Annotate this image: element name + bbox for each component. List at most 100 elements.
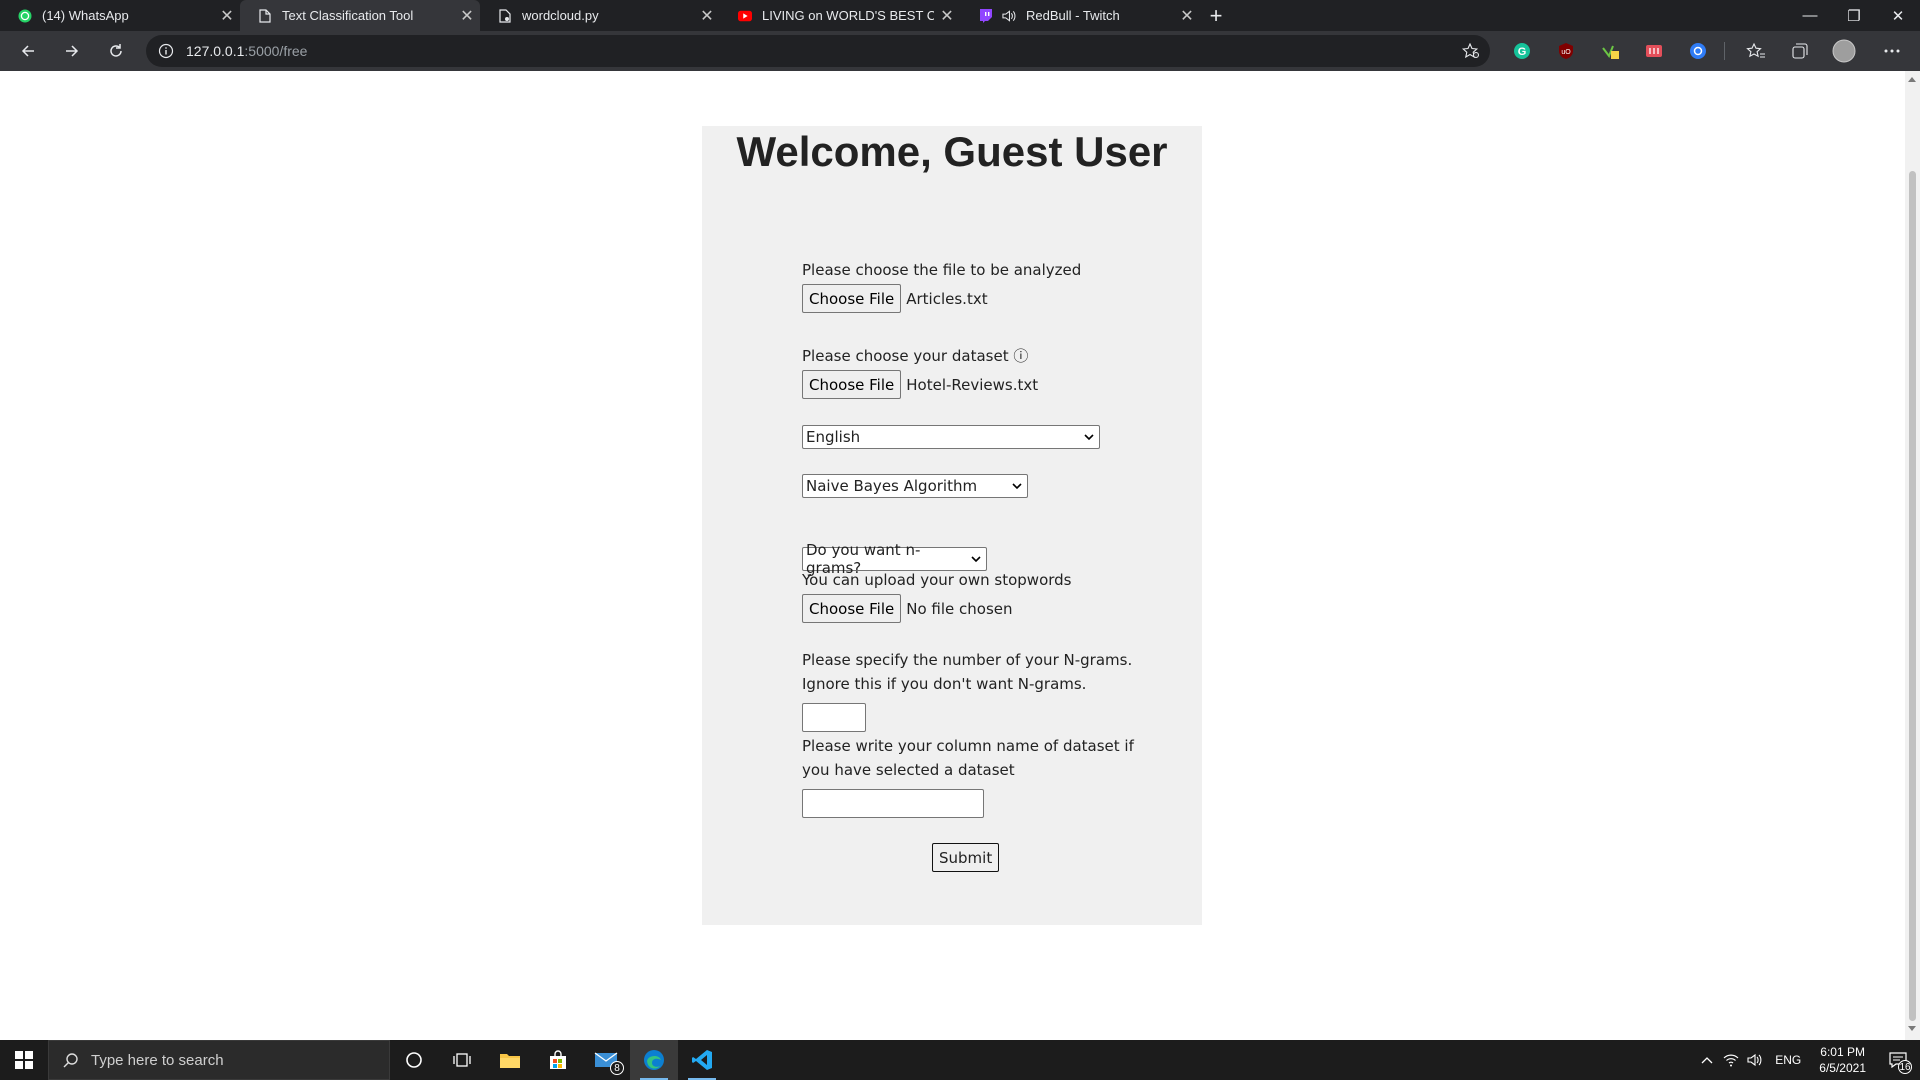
cortana-button[interactable] — [390, 1040, 438, 1080]
task-view-icon — [453, 1053, 471, 1067]
tab-youtube[interactable]: LIVING on WORLD'S BEST CHICK ✕ — [720, 0, 960, 31]
language-select[interactable]: English — [802, 425, 1100, 449]
file-label: Please choose the file to be analyzed — [802, 261, 1082, 279]
ublock-extension-icon[interactable]: uO — [1548, 31, 1584, 71]
cortana-icon — [406, 1052, 422, 1068]
edge-icon — [644, 1050, 664, 1070]
column-name-input[interactable] — [802, 789, 984, 818]
extension-icon[interactable] — [1680, 31, 1716, 71]
new-tab-button[interactable]: + — [1200, 0, 1232, 31]
ngram-count-input[interactable] — [802, 703, 866, 732]
favorites-icon[interactable] — [1738, 31, 1774, 71]
close-window-button[interactable]: ✕ — [1876, 0, 1920, 31]
arrow-left-icon — [21, 45, 34, 57]
tab-text-classification[interactable]: Text Classification Tool ✕ — [240, 0, 480, 31]
system-tray: ENG 6:01 PM 6/5/2021 16 — [1695, 1040, 1920, 1080]
column-name-hint: you have selected a dataset — [802, 761, 1015, 779]
favorite-star-icon[interactable] — [1461, 42, 1480, 64]
chevron-down-icon — [1010, 479, 1024, 493]
close-tab-icon[interactable]: ✕ — [214, 6, 240, 26]
page-viewport: Welcome, Guest User Please choose the fi… — [0, 71, 1905, 1040]
vscode-button[interactable] — [678, 1040, 726, 1080]
tab-twitch[interactable]: RedBull - Twitch ✕ — [960, 0, 1200, 31]
chevron-up-icon[interactable] — [1695, 1056, 1719, 1064]
url-path: :5000/free — [244, 43, 308, 59]
windows-taskbar: Type here to search 8 ENG 6:01 PM 6/5/20… — [0, 1040, 1920, 1080]
speaker-icon[interactable] — [1002, 9, 1016, 23]
clock-date: 6/5/2021 — [1819, 1061, 1866, 1075]
input-language[interactable]: ENG — [1767, 1053, 1809, 1067]
extension-icon[interactable] — [1592, 31, 1628, 71]
clock-time: 6:01 PM — [1820, 1045, 1865, 1059]
ngram-count-hint: Ignore this if you don't want N-grams. — [802, 675, 1087, 693]
tab-title: wordcloud.py — [522, 8, 599, 23]
network-icon[interactable] — [1719, 1053, 1743, 1067]
form-card: Welcome, Guest User Please choose the fi… — [702, 126, 1202, 925]
start-button[interactable] — [0, 1040, 48, 1080]
toolbar-divider — [1724, 42, 1725, 60]
profile-avatar[interactable] — [1826, 31, 1862, 71]
chosen-file-name: Articles.txt — [906, 289, 988, 308]
file-picker: Choose File Articles.txt — [802, 284, 988, 313]
tab-bar: (14) WhatsApp ✕ Text Classification Tool… — [0, 0, 1920, 31]
chosen-dataset-name: Hotel-Reviews.txt — [906, 375, 1039, 394]
taskbar-search[interactable]: Type here to search — [48, 1040, 390, 1080]
address-bar[interactable]: 127.0.0.1:5000/free — [146, 35, 1490, 67]
chevron-down-icon — [1082, 430, 1096, 444]
scroll-up-arrow-icon[interactable] — [1908, 77, 1916, 82]
whatsapp-icon — [18, 9, 32, 23]
close-tab-icon[interactable]: ✕ — [1174, 6, 1200, 26]
language-select-value: English — [806, 428, 861, 446]
submit-button[interactable]: Submit — [932, 843, 1000, 872]
file-explorer-button[interactable] — [486, 1040, 534, 1080]
choose-dataset-button[interactable]: Choose File — [802, 370, 902, 399]
back-button[interactable] — [6, 31, 50, 71]
minimize-button[interactable]: ― — [1788, 0, 1832, 31]
stopwords-picker: Choose File No file chosen — [802, 594, 1013, 623]
dataset-picker: Choose File Hotel-Reviews.txt — [802, 370, 1038, 399]
edge-button[interactable] — [630, 1040, 678, 1080]
close-tab-icon[interactable]: ✕ — [454, 6, 480, 26]
close-tab-icon[interactable]: ✕ — [694, 6, 720, 26]
arrow-right-icon — [66, 45, 79, 57]
grammarly-extension-icon[interactable]: G — [1504, 31, 1540, 71]
ngram-select[interactable]: Do you want n-grams? — [802, 541, 987, 577]
notification-center-button[interactable]: 16 — [1876, 1040, 1920, 1080]
algorithm-select[interactable]: Naive Bayes Algorithm — [802, 474, 1028, 498]
page-title: Welcome, Guest User — [736, 128, 1168, 175]
reload-icon — [110, 44, 122, 57]
search-placeholder: Type here to search — [91, 1051, 224, 1069]
browser-toolbar: 127.0.0.1:5000/free G uO — [0, 31, 1920, 71]
tab-whatsapp[interactable]: (14) WhatsApp ✕ — [0, 0, 240, 31]
scrollbar-thumb[interactable] — [1909, 171, 1916, 1021]
chosen-stopwords-name: No file chosen — [906, 599, 1013, 618]
reload-button[interactable] — [94, 31, 138, 71]
svg-text:uO: uO — [1561, 49, 1571, 56]
tab-wordcloud[interactable]: wordcloud.py ✕ — [480, 0, 720, 31]
tab-title: (14) WhatsApp — [42, 8, 129, 23]
choose-stopwords-button[interactable]: Choose File — [802, 594, 902, 623]
windows-logo-icon — [15, 1051, 33, 1069]
twitch-icon — [978, 8, 992, 23]
notification-count: 16 — [1898, 1060, 1912, 1074]
mail-badge: 8 — [610, 1061, 624, 1075]
store-button[interactable] — [534, 1040, 582, 1080]
column-name-label: Please write your column name of dataset… — [802, 737, 1134, 755]
url-host: 127.0.0.1 — [186, 43, 245, 59]
stopwords-label: You can upload your own stopwords — [802, 571, 1072, 589]
extension-icon[interactable] — [1636, 31, 1672, 71]
page-scrollbar[interactable] — [1905, 71, 1920, 1040]
scroll-down-arrow-icon[interactable] — [1908, 1026, 1916, 1031]
svg-text:G: G — [1518, 46, 1527, 58]
info-icon[interactable] — [146, 43, 186, 59]
more-menu-icon[interactable] — [1874, 31, 1910, 71]
collections-icon[interactable] — [1782, 31, 1818, 71]
close-tab-icon[interactable]: ✕ — [934, 6, 960, 26]
volume-icon[interactable] — [1743, 1053, 1767, 1067]
task-view-button[interactable] — [438, 1040, 486, 1080]
clock[interactable]: 6:01 PM 6/5/2021 — [1809, 1044, 1876, 1076]
choose-file-button[interactable]: Choose File — [802, 284, 902, 313]
restore-button[interactable]: ❐ — [1832, 0, 1876, 31]
forward-button[interactable] — [50, 31, 94, 71]
mail-button[interactable]: 8 — [582, 1040, 630, 1080]
